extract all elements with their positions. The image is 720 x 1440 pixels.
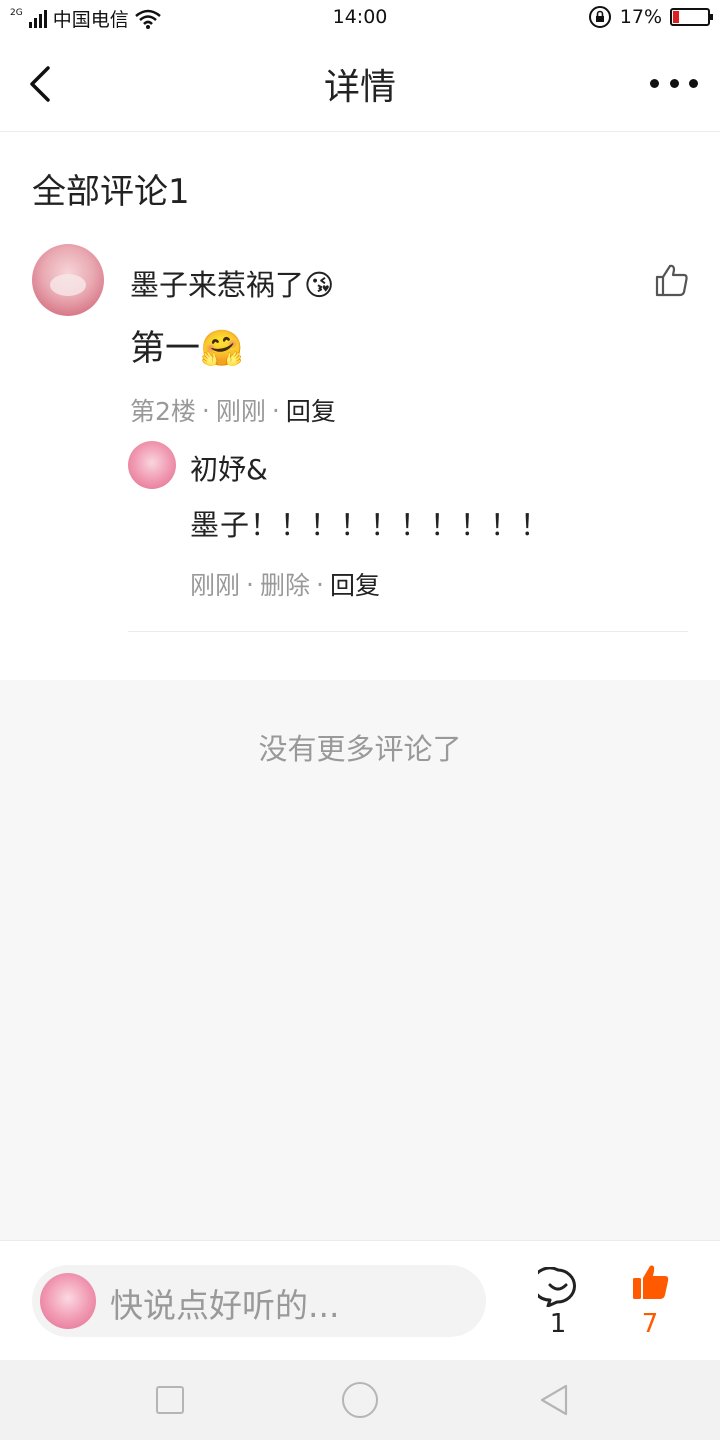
- comment-floor: 第2楼: [130, 397, 196, 426]
- separator: ·: [271, 395, 280, 425]
- comment-bubble-icon: [538, 1267, 576, 1307]
- more-dots-icon: [650, 78, 659, 88]
- reply-time: 刚刚: [190, 571, 241, 600]
- reply-delete-button[interactable]: 删除: [260, 566, 310, 602]
- battery-percent: 17%: [619, 6, 662, 28]
- battery-fill: [673, 11, 679, 23]
- like-count: 7: [641, 1309, 659, 1339]
- comment-count: 1: [549, 1309, 567, 1339]
- separator: ·: [201, 395, 210, 425]
- comment-input[interactable]: 快说点好听的...: [32, 1265, 486, 1337]
- comment-time: 刚刚: [215, 397, 266, 426]
- comment-like-button[interactable]: [654, 262, 690, 298]
- triangle-back-icon[interactable]: [536, 1382, 572, 1418]
- thumbs-up-outline-icon: [655, 264, 688, 297]
- reply-meta: 刚刚 · 删除 · 回复: [190, 566, 380, 602]
- status-right: 17%: [588, 5, 713, 29]
- reply-author-name[interactable]: 初妤&: [190, 448, 268, 488]
- comments-button[interactable]: 1: [532, 1263, 584, 1341]
- reply-reply-button[interactable]: 回复: [330, 566, 380, 602]
- divider: [128, 631, 688, 632]
- reply-author-avatar[interactable]: [128, 441, 176, 489]
- battery-icon: [670, 8, 713, 26]
- thumbs-up-filled-icon: [633, 1265, 669, 1299]
- comment-author-avatar[interactable]: [32, 244, 104, 316]
- comments-section-title: 全部评论1: [32, 172, 190, 212]
- comment-text: 第一🤗: [130, 329, 244, 369]
- nav-bar: 详情: [0, 36, 720, 132]
- comment-meta: 第2楼 · 刚刚 · 回复: [130, 392, 336, 428]
- like-button[interactable]: 7: [624, 1259, 676, 1343]
- user-avatar: [40, 1273, 96, 1329]
- comment-reply-button[interactable]: 回复: [286, 392, 336, 428]
- no-more-comments-label: 没有更多评论了: [258, 732, 462, 766]
- comment-author-name[interactable]: 墨子来惹祸了😘: [130, 262, 334, 304]
- status-bar: 2G 中国电信 14:00 17%: [0, 0, 720, 36]
- more-button[interactable]: [650, 68, 698, 98]
- reply-text: 墨子！！！！！！！！！！: [190, 508, 551, 542]
- empty-area: 没有更多评论了: [0, 680, 720, 1240]
- circle-icon[interactable]: [342, 1382, 378, 1418]
- square-icon[interactable]: [156, 1386, 184, 1414]
- rotation-lock-icon: [588, 6, 611, 28]
- system-nav-bar: [0, 1360, 720, 1440]
- back-button[interactable]: [22, 60, 62, 108]
- separator: ·: [246, 569, 254, 599]
- separator: ·: [315, 569, 324, 599]
- chevron-left-icon: [30, 66, 50, 102]
- bottom-bar: 快说点好听的... 1 7: [0, 1240, 720, 1360]
- comment-input-placeholder: 快说点好听的...: [110, 1286, 340, 1325]
- page-title: 详情: [323, 67, 396, 108]
